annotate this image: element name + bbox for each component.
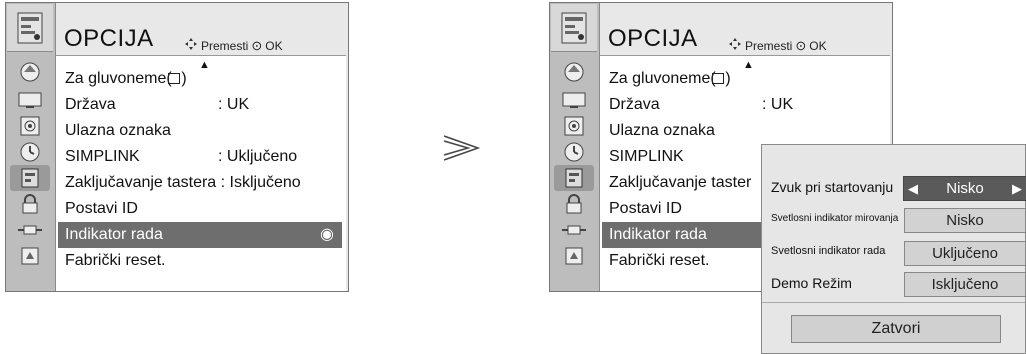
audio-icon[interactable] (10, 113, 50, 139)
nav-hint: Premesti ⊙ OK (184, 37, 283, 54)
option-icon[interactable] (10, 165, 50, 191)
usb-icon[interactable] (10, 243, 50, 269)
option-menu-icon (551, 4, 597, 52)
audio-icon[interactable] (554, 113, 594, 139)
option-icon[interactable] (554, 165, 594, 191)
option-menu-left: OPCIJA Premesti ⊙ OK ▲ Za gluvoneme( ) D… (5, 2, 349, 292)
startup-sound-selector[interactable]: ◀ Nisko ▶ (903, 176, 1026, 201)
hint-ok-label: OK (265, 38, 283, 53)
next-step-arrow-icon (443, 135, 481, 161)
power-indicator-submenu: Zvuk pri startovanju ◀ Nisko ▶ Svetlosni… (761, 144, 1026, 354)
picture-icon[interactable] (554, 59, 594, 85)
menu-row-deaf[interactable]: Za gluvoneme( ) (65, 66, 187, 92)
menu-row-input-label[interactable]: Ulazna oznaka (65, 118, 171, 144)
menu-icon-column (6, 3, 56, 291)
subtitle-icon (168, 73, 180, 84)
input-icon[interactable] (554, 217, 594, 243)
menu-row-input-label[interactable]: Ulazna oznaka (609, 118, 715, 144)
menu-row-key-lock[interactable]: Zaključavanje taster (609, 170, 751, 196)
move-arrows-icon (184, 37, 198, 54)
startup-sound-label: Zvuk pri startovanju (771, 179, 894, 195)
standby-light-selector[interactable]: Nisko (904, 208, 1026, 233)
picture-icon[interactable] (10, 59, 50, 85)
close-button[interactable]: Zatvori (791, 315, 1001, 343)
arrow-right-icon[interactable]: ▶ (1012, 177, 1022, 200)
ok-button-icon: ⊙ (251, 37, 263, 53)
menu-row-simplink[interactable]: SIMPLINK (609, 144, 684, 170)
menu-row-simplink[interactable]: SIMPLINK: Uključeno (65, 144, 297, 170)
time-icon[interactable] (10, 139, 50, 165)
arrow-left-icon[interactable]: ◀ (908, 177, 918, 200)
move-arrows-icon (728, 37, 742, 54)
hint-move-label: Premesti (745, 38, 793, 53)
lock-icon[interactable] (10, 191, 50, 217)
ok-button-icon: ⊙ (795, 37, 807, 53)
ok-radio-icon: ◉ (320, 226, 334, 243)
divider (762, 302, 1025, 303)
menu-list: ▲ Za gluvoneme( ) Država: UK Ulazna ozna… (56, 55, 346, 291)
menu-row-deaf[interactable]: Za gluvoneme( ) (609, 66, 731, 92)
screen-icon[interactable] (10, 87, 50, 113)
standby-light-label: Svetlosni indikator mirovanja (771, 213, 899, 224)
input-icon[interactable] (10, 217, 50, 243)
scroll-up-arrow-icon[interactable]: ▲ (199, 59, 210, 71)
option-menu-icon (7, 4, 53, 52)
hint-move-label: Premesti (201, 38, 249, 53)
power-light-label: Svetlosni indikator rada (771, 245, 886, 257)
hint-ok-label: OK (809, 38, 827, 53)
menu-title: OPCIJA (608, 25, 698, 52)
menu-row-set-id[interactable]: Postavi ID (609, 196, 682, 222)
menu-row-set-id[interactable]: Postavi ID (65, 196, 138, 222)
nav-hint: Premesti ⊙ OK (728, 37, 827, 54)
menu-row-country[interactable]: Država: UK (609, 92, 793, 118)
screen-icon[interactable] (554, 87, 594, 113)
menu-row-key-lock[interactable]: Zaključavanje tastera : Isključeno (65, 170, 301, 196)
menu-row-factory-reset[interactable]: Fabrički reset. (65, 248, 165, 274)
menu-title: OPCIJA (64, 25, 154, 52)
subtitle-icon (712, 73, 724, 84)
demo-mode-selector[interactable]: Isključeno (904, 272, 1026, 297)
scroll-up-arrow-icon[interactable]: ▲ (743, 59, 754, 71)
time-icon[interactable] (554, 139, 594, 165)
demo-mode-label: Demo Režim (771, 275, 852, 291)
usb-icon[interactable] (554, 243, 594, 269)
menu-row-country[interactable]: Država: UK (65, 92, 249, 118)
menu-row-factory-reset[interactable]: Fabrički reset. (609, 248, 709, 274)
power-light-selector[interactable]: Uključeno (904, 241, 1026, 266)
menu-icon-column (550, 3, 600, 291)
menu-row-power-indicator[interactable]: Indikator rada ◉ (58, 222, 342, 248)
lock-icon[interactable] (554, 191, 594, 217)
